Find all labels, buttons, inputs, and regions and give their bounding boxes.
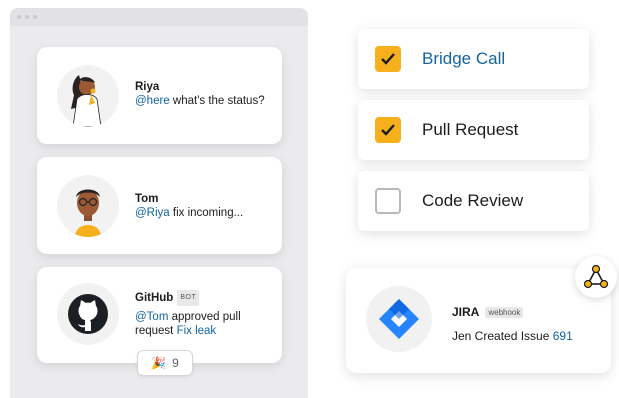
jira-message: Jen Created Issue [452,329,553,343]
jira-title: JIRA webhook [452,305,524,319]
checklist-item[interactable]: Code Review [358,171,589,231]
jira-name: JIRA [452,305,480,319]
mention[interactable]: @Tom [135,311,168,323]
mention[interactable]: @Riya [135,207,170,219]
jira-card[interactable]: JIRA webhook Jen Created Issue 691 [346,268,611,373]
window-dot [25,15,29,19]
message-content: fix incoming... [169,207,244,219]
pr-link[interactable]: Fix leak [177,325,217,337]
checkbox-icon[interactable] [375,188,401,214]
tom-avatar [57,175,119,237]
message-tom[interactable]: Tom @Riya fix incoming... [37,157,282,254]
stage: Riya @here what's the status? Tom @Riya … [0,0,619,398]
window-dot [33,15,37,19]
checklist-label: Code Review [422,191,524,210]
message-author[interactable]: Riya [135,80,265,94]
reaction-count: 9 [172,356,179,370]
issue-link[interactable]: 691 [553,329,573,343]
checklist-label: Bridge Call [422,49,506,68]
party-popper-icon: 🎉 [151,356,167,370]
riya-avatar [57,65,119,127]
message-text: @here what's the status? [135,94,265,108]
checklist-item[interactable]: Bridge Call [358,29,589,89]
window-dot [17,15,21,19]
webhook-badge: webhook [485,306,524,318]
checklist-label: Pull Request [422,120,519,139]
checklist-item[interactable]: Pull Request [358,100,589,160]
message-author[interactable]: Tom [135,192,243,206]
jira-text: Jen Created Issue 691 [452,329,573,343]
webhook-icon [575,256,617,298]
message-github[interactable]: GitHub BOT @Tom approved pull request Fix… [37,267,282,363]
bot-badge: BOT [177,290,200,306]
message-text: @Riya fix incoming... [135,206,243,220]
author-name[interactable]: GitHub [135,291,173,305]
checkbox-icon[interactable] [375,117,401,143]
github-icon [57,283,119,345]
message-riya[interactable]: Riya @here what's the status? [37,47,282,144]
window-titlebar [10,8,308,26]
message-content: what's the status? [169,95,265,107]
message-author: GitHub BOT [135,290,275,306]
jira-icon [366,286,432,352]
checkbox-icon[interactable] [375,46,401,72]
mention[interactable]: @here [135,95,170,107]
message-text: @Tom approved pull request Fix leak [135,310,275,338]
reaction-pill[interactable]: 🎉 9 [137,350,193,376]
